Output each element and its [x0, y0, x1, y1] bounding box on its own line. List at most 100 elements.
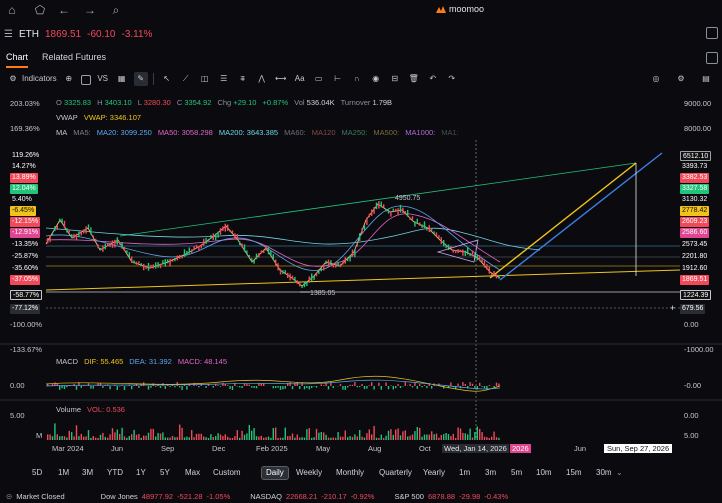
candle: [476, 254, 478, 261]
candle: [162, 260, 164, 265]
macd-bar: [315, 386, 318, 388]
candle: [210, 234, 212, 239]
period-10m[interactable]: 10m: [536, 466, 552, 480]
price-chart[interactable]: [0, 0, 722, 503]
period-yearly[interactable]: Yearly: [423, 466, 445, 480]
macd-bar: [169, 386, 171, 387]
candle: [116, 237, 118, 245]
range-3m[interactable]: 3M: [82, 466, 93, 480]
volume-bar: [87, 430, 90, 440]
volume-title[interactable]: Volume: [56, 405, 81, 414]
candle: [330, 260, 332, 264]
candle: [431, 228, 433, 231]
candle: [181, 256, 183, 259]
period-30m[interactable]: 30m: [596, 466, 612, 480]
volume-bar: [383, 437, 385, 440]
left-axis-label: -100.00%: [10, 320, 43, 329]
volume-bar: [416, 427, 418, 440]
range-1y[interactable]: 1Y: [136, 466, 146, 480]
macd-bar: [471, 383, 474, 386]
macd-bar: [236, 386, 238, 387]
sp-label[interactable]: S&P 500: [394, 492, 423, 501]
macd-bar: [90, 386, 92, 389]
candle: [167, 259, 169, 264]
range-max[interactable]: Max: [185, 466, 200, 480]
period-15m[interactable]: 15m: [566, 466, 582, 480]
macd-bar: [195, 385, 198, 386]
macd-axis-label: -0.00: [684, 381, 702, 390]
candle: [159, 263, 162, 269]
candle: [404, 211, 406, 214]
volume-bar: [464, 433, 466, 440]
range-1m[interactable]: 1M: [58, 466, 69, 480]
candle: [258, 252, 260, 258]
period-5m[interactable]: 5m: [511, 466, 522, 480]
macd-bar: [66, 386, 68, 388]
candle: [342, 261, 344, 265]
period-1m[interactable]: 1m: [459, 466, 470, 480]
volume-bar: [210, 434, 212, 440]
range-ytd[interactable]: YTD: [107, 466, 123, 480]
candle: [92, 235, 94, 238]
macd-bar: [431, 386, 433, 389]
volume-bar: [126, 437, 128, 440]
candle: [85, 226, 87, 234]
macd-bar: [498, 383, 500, 386]
macd-bar: [227, 385, 229, 386]
range-5d[interactable]: 5D: [32, 466, 42, 480]
volume-bar: [248, 424, 250, 440]
candle: [133, 260, 135, 264]
volume-bar: [47, 434, 49, 440]
add-alert-icon[interactable]: +: [670, 303, 675, 313]
range-custom[interactable]: Custom: [213, 466, 241, 480]
volume-bar: [419, 427, 421, 440]
macd-title[interactable]: MACD: [56, 357, 78, 366]
period-quarterly[interactable]: Quarterly: [379, 466, 412, 480]
macd-bar: [342, 386, 344, 390]
volume-bar: [455, 437, 457, 440]
dj-label[interactable]: Dow Jones: [101, 492, 138, 501]
candle: [131, 256, 133, 263]
volume-bar: [303, 437, 306, 440]
candle: [143, 263, 145, 271]
macd-bar: [217, 385, 219, 386]
volume-bar: [51, 436, 54, 440]
macd-bar: [284, 386, 286, 389]
sp-pct: -0.43%: [484, 491, 509, 501]
candle: [111, 240, 114, 248]
macd-bar: [222, 382, 224, 386]
left-axis-label: -25.87%: [12, 253, 39, 260]
chevron-down-icon[interactable]: ⌄: [616, 466, 623, 480]
right-axis-label: 2201.80: [682, 253, 708, 260]
volume-bar: [104, 436, 106, 440]
candle: [107, 243, 109, 247]
period-weekly[interactable]: Weekly: [296, 466, 322, 480]
volume-bar: [426, 434, 428, 440]
candle: [462, 249, 464, 256]
candle: [277, 263, 279, 271]
period-daily[interactable]: Daily: [261, 466, 289, 480]
candle: [356, 243, 358, 247]
volume-bar: [327, 437, 330, 440]
period-3m[interactable]: 3m: [485, 466, 496, 480]
candle: [61, 218, 63, 223]
x-axis-label: Oct: [419, 444, 431, 453]
candle: [56, 225, 58, 230]
macd-bar: [483, 386, 486, 389]
volume-bar: [258, 436, 260, 440]
candle: [491, 273, 493, 276]
macd-bar: [311, 386, 313, 389]
x-axis-label: Dec: [212, 444, 226, 453]
macd-bar: [421, 386, 423, 388]
candle: [212, 233, 214, 241]
period-monthly[interactable]: Monthly: [336, 466, 364, 480]
volume-bar: [428, 434, 430, 440]
macd-bar: [474, 386, 476, 388]
volume-bar: [359, 430, 361, 440]
candle: [419, 222, 421, 226]
nq-label[interactable]: NASDAQ: [250, 492, 282, 501]
volume-bar: [205, 437, 207, 440]
market-status-icon: ⊝: [6, 491, 13, 501]
range-5y[interactable]: 5Y: [160, 466, 170, 480]
volume-bar: [200, 433, 202, 440]
